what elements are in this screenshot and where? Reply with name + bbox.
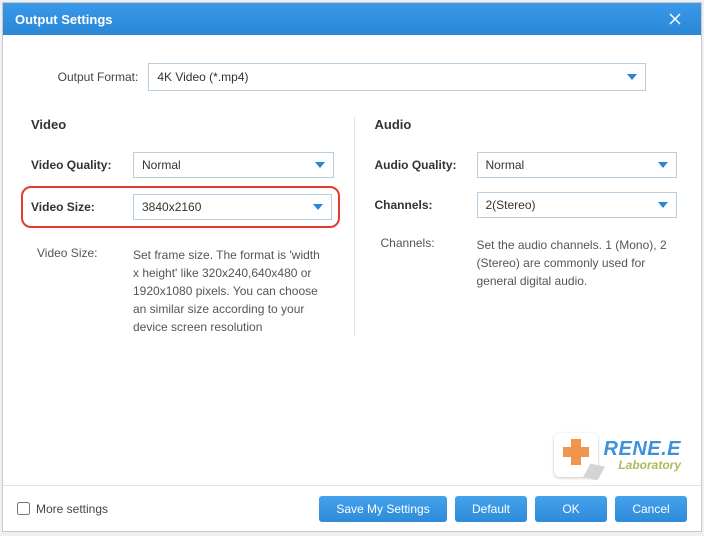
video-quality-row: Video Quality: Normal [31,152,334,178]
output-format-select[interactable]: 4K Video (*.mp4) [148,63,646,91]
audio-channels-desc-text: Set the audio channels. 1 (Mono), 2 (Ste… [477,236,678,290]
video-quality-select[interactable]: Normal [133,152,334,178]
audio-channels-desc-label: Channels: [375,236,477,290]
close-icon [669,13,681,25]
footer: More settings Save My Settings Default O… [3,485,701,531]
video-size-label: Video Size: [31,200,133,214]
audio-channels-row: Channels: 2(Stereo) [375,192,678,218]
column-divider [354,117,355,336]
video-size-desc-text: Set frame size. The format is 'width x h… [133,246,334,336]
output-format-value: 4K Video (*.mp4) [157,70,248,84]
video-size-desc-row: Video Size: Set frame size. The format i… [31,246,334,336]
more-settings-label: More settings [36,502,108,516]
output-settings-dialog: Output Settings Output Format: 4K Video … [2,2,702,532]
audio-quality-value: Normal [486,158,525,172]
audio-channels-label: Channels: [375,198,477,212]
default-button[interactable]: Default [455,496,527,522]
columns: Video Video Quality: Normal Video Size: … [3,107,701,336]
video-section-title: Video [31,117,334,132]
audio-section-title: Audio [375,117,678,132]
audio-channels-desc-row: Channels: Set the audio channels. 1 (Mon… [375,236,678,290]
audio-quality-row: Audio Quality: Normal [375,152,678,178]
window-title: Output Settings [15,12,661,27]
save-my-settings-button[interactable]: Save My Settings [319,496,447,522]
audio-column: Audio Audio Quality: Normal Channels: 2(… [375,117,678,336]
video-quality-value: Normal [142,158,181,172]
video-size-value: 3840x2160 [142,200,201,214]
audio-quality-select[interactable]: Normal [477,152,678,178]
brand-logo: RENE.E Laboratory [554,433,681,477]
cancel-button[interactable]: Cancel [615,496,687,522]
titlebar: Output Settings [3,3,701,35]
video-size-row: Video Size: 3840x2160 [31,194,332,220]
dialog-body: Output Format: 4K Video (*.mp4) Video Vi… [3,35,701,531]
video-size-select[interactable]: 3840x2160 [133,194,332,220]
output-format-label: Output Format: [58,70,139,84]
output-format-row: Output Format: 4K Video (*.mp4) [3,35,701,107]
logo-main: RENE.E [604,439,681,459]
more-settings-checkbox[interactable] [17,502,30,515]
ok-button[interactable]: OK [535,496,607,522]
logo-cross-icon [554,433,598,477]
video-quality-label: Video Quality: [31,158,133,172]
audio-quality-label: Audio Quality: [375,158,477,172]
audio-channels-select[interactable]: 2(Stereo) [477,192,678,218]
more-settings-checkbox-wrap[interactable]: More settings [17,502,108,516]
logo-sub: Laboratory [618,459,681,471]
video-size-highlight: Video Size: 3840x2160 [21,186,340,228]
audio-channels-value: 2(Stereo) [486,198,536,212]
close-button[interactable] [661,8,689,30]
video-size-desc-label: Video Size: [31,246,133,336]
video-column: Video Video Quality: Normal Video Size: … [31,117,334,336]
logo-text: RENE.E Laboratory [604,439,681,471]
